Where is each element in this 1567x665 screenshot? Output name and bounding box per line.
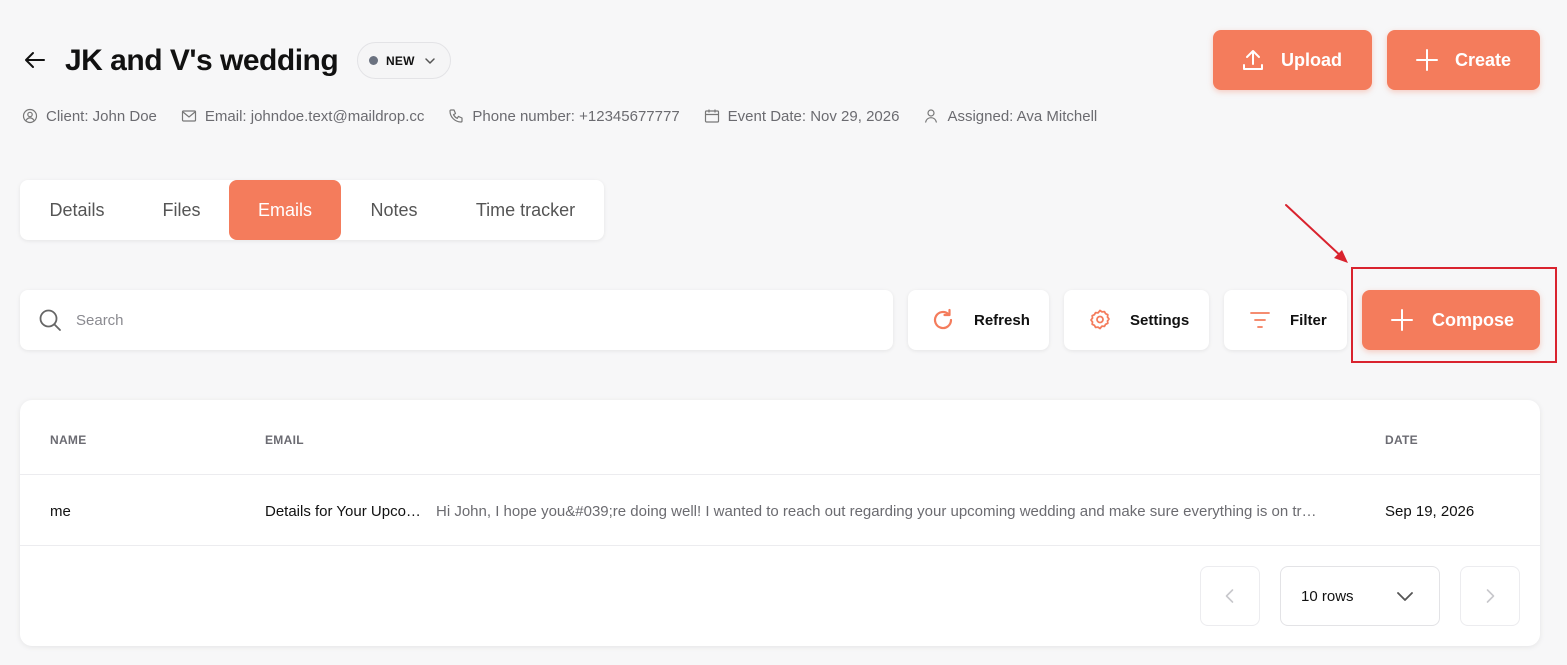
tab-emails[interactable]: Emails	[229, 180, 341, 240]
filter-icon	[1248, 308, 1272, 332]
divider	[20, 474, 1540, 475]
chevron-down-icon	[423, 54, 437, 68]
refresh-button[interactable]: Refresh	[908, 290, 1049, 350]
meta-phone: Phone number: +12345677777	[448, 107, 680, 125]
meta-assigned: Assigned: Ava Mitchell	[923, 108, 1097, 125]
next-page-button[interactable]	[1460, 566, 1520, 626]
status-label: NEW	[386, 53, 415, 68]
create-label: Create	[1455, 49, 1512, 70]
tab-details[interactable]: Details	[20, 180, 134, 240]
rows-per-page-value: 10 rows	[1301, 587, 1354, 605]
meta-phone-text: Phone number: +12345677777	[472, 107, 680, 125]
meta-email-text: Email: johndoe.text@maildrop.cc	[204, 107, 425, 125]
meta-client: Client: John Doe	[22, 108, 157, 125]
column-header-email[interactable]: EMAIL	[265, 433, 304, 447]
chevron-left-icon	[1220, 586, 1240, 606]
column-header-name[interactable]: NAME	[50, 433, 87, 447]
tab-label: Files	[162, 199, 201, 220]
user-circle-icon	[22, 108, 38, 124]
cell-name: me	[50, 503, 71, 520]
rows-per-page-select[interactable]: 10 rows	[1280, 566, 1440, 626]
tab-files[interactable]: Files	[134, 180, 229, 240]
search-icon	[38, 308, 62, 332]
search-bar	[20, 290, 893, 350]
settings-button[interactable]: Settings	[1064, 290, 1209, 350]
meta-event-date-text: Event Date: Nov 29, 2026	[727, 107, 900, 125]
column-header-date[interactable]: DATE	[1385, 433, 1418, 447]
page-title: JK and V's wedding	[65, 44, 339, 77]
chevron-right-icon	[1480, 586, 1500, 606]
mail-icon	[181, 108, 197, 124]
refresh-label: Refresh	[974, 311, 1030, 329]
search-input[interactable]	[76, 311, 836, 329]
tab-label: Time tracker	[475, 199, 576, 220]
plus-icon	[1390, 308, 1414, 332]
filter-button[interactable]: Filter	[1224, 290, 1347, 350]
meta-email: Email: johndoe.text@maildrop.cc	[181, 107, 425, 125]
phone-icon	[448, 108, 464, 124]
filter-label: Filter	[1290, 311, 1327, 329]
calendar-icon	[704, 108, 720, 124]
refresh-icon	[930, 307, 956, 333]
meta-client-text: Client: John Doe	[46, 107, 157, 125]
cell-date: Sep 19, 2026	[1385, 503, 1475, 520]
previous-page-button[interactable]	[1200, 566, 1260, 626]
upload-icon	[1241, 48, 1265, 72]
status-dot	[369, 56, 378, 65]
create-button[interactable]: Create	[1387, 30, 1540, 90]
user-icon	[923, 108, 939, 124]
back-arrow-icon[interactable]	[22, 47, 48, 73]
gear-icon	[1088, 308, 1112, 332]
cell-preview: Hi John, I hope you&#039;re doing well! …	[436, 503, 1317, 520]
upload-label: Upload	[1281, 49, 1342, 70]
tab-notes[interactable]: Notes	[341, 180, 447, 240]
emails-table: NAME EMAIL DATE me Details for Your Upco…	[20, 400, 1540, 646]
settings-label: Settings	[1130, 311, 1190, 329]
tab-label: Emails	[257, 199, 312, 220]
chevron-down-icon	[1395, 586, 1415, 606]
cell-subject: Details for Your Upco…	[265, 503, 421, 520]
meta-event-date: Event Date: Nov 29, 2026	[704, 107, 900, 125]
divider	[20, 545, 1540, 546]
upload-button[interactable]: Upload	[1213, 30, 1372, 90]
tab-bar: Details Files Emails Notes Time tracker	[20, 180, 604, 240]
client-meta-row: Client: John Doe Email: johndoe.text@mai…	[22, 104, 1121, 128]
tab-label: Notes	[370, 199, 418, 220]
compose-label: Compose	[1432, 309, 1515, 330]
status-dropdown[interactable]: NEW	[357, 42, 451, 79]
tab-time-tracker[interactable]: Time tracker	[447, 180, 604, 240]
tab-label: Details	[49, 199, 105, 220]
plus-icon	[1415, 48, 1439, 72]
meta-assigned-text: Assigned: Ava Mitchell	[947, 107, 1098, 125]
annotation-arrow	[1280, 200, 1360, 270]
compose-button[interactable]: Compose	[1362, 290, 1540, 350]
